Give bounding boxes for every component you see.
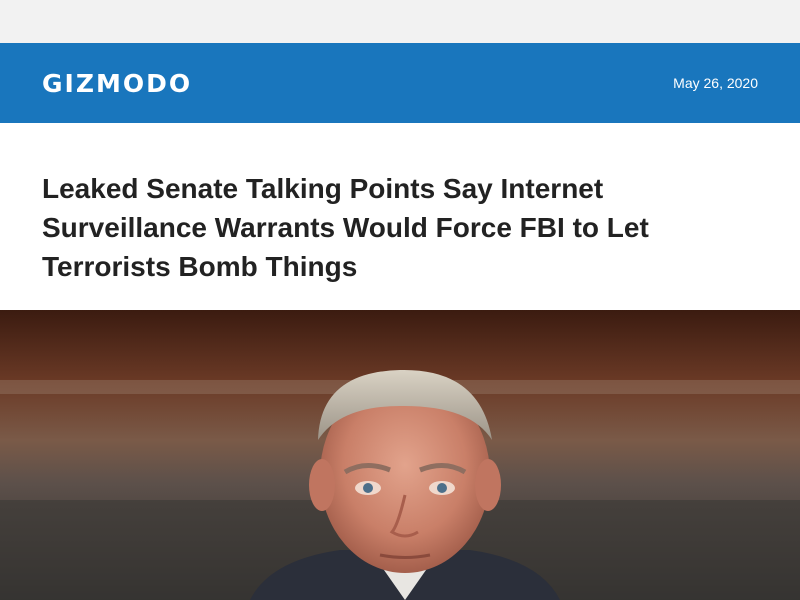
hero-image <box>0 310 800 600</box>
headline-section: Leaked Senate Talking Points Say Interne… <box>0 123 800 310</box>
browser-top-strip <box>0 0 800 43</box>
site-header: GIZMODO May 26, 2020 <box>0 43 800 123</box>
site-logo[interactable]: GIZMODO <box>42 69 192 98</box>
publish-date: May 26, 2020 <box>673 75 758 91</box>
article-headline[interactable]: Leaked Senate Talking Points Say Interne… <box>42 169 732 286</box>
senator-photo-icon <box>0 310 800 600</box>
